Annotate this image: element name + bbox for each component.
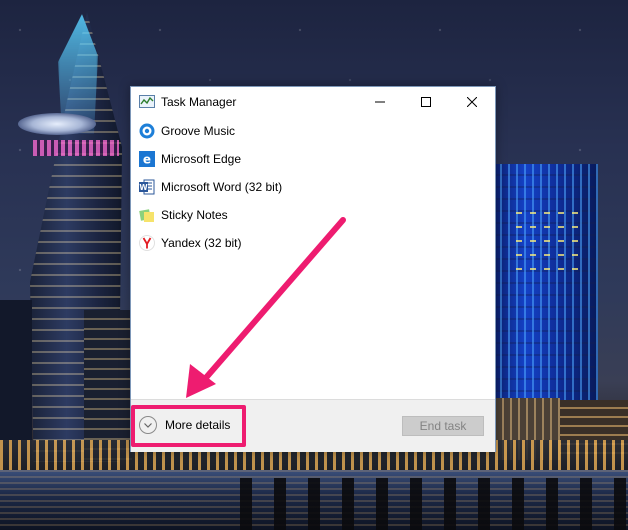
annotation-highlight-box: [131, 405, 246, 447]
edge-icon: e: [139, 151, 155, 167]
task-manager-window: Task Manager Groove Music e Microsoft Ed…: [130, 86, 496, 452]
sticky-notes-icon: [139, 207, 155, 223]
end-task-button[interactable]: End task: [402, 416, 484, 436]
app-name: Yandex (32 bit): [161, 236, 242, 250]
svg-text:e: e: [143, 153, 151, 167]
yandex-icon: [139, 235, 155, 251]
task-manager-icon: [139, 94, 155, 110]
list-item-groove-music[interactable]: Groove Music: [131, 117, 495, 145]
app-name: Microsoft Edge: [161, 152, 242, 166]
svg-text:W: W: [139, 183, 148, 192]
title-bar[interactable]: Task Manager: [131, 87, 495, 117]
maximize-button[interactable]: [403, 87, 449, 117]
list-item-microsoft-word[interactable]: W Microsoft Word (32 bit): [131, 173, 495, 201]
groove-music-icon: [139, 123, 155, 139]
minimize-button[interactable]: [357, 87, 403, 117]
close-icon: [467, 97, 477, 107]
word-icon: W: [139, 179, 155, 195]
app-name: Microsoft Word (32 bit): [161, 180, 283, 194]
list-item-yandex[interactable]: Yandex (32 bit): [131, 229, 495, 257]
list-item-sticky-notes[interactable]: Sticky Notes: [131, 201, 495, 229]
window-title: Task Manager: [161, 95, 237, 109]
list-item-microsoft-edge[interactable]: e Microsoft Edge: [131, 145, 495, 173]
maximize-icon: [421, 97, 431, 107]
app-name: Groove Music: [161, 124, 236, 138]
app-list: Groove Music e Microsoft Edge W Microsof…: [131, 117, 495, 257]
minimize-icon: [375, 97, 385, 107]
close-button[interactable]: [449, 87, 495, 117]
app-name: Sticky Notes: [161, 208, 228, 222]
